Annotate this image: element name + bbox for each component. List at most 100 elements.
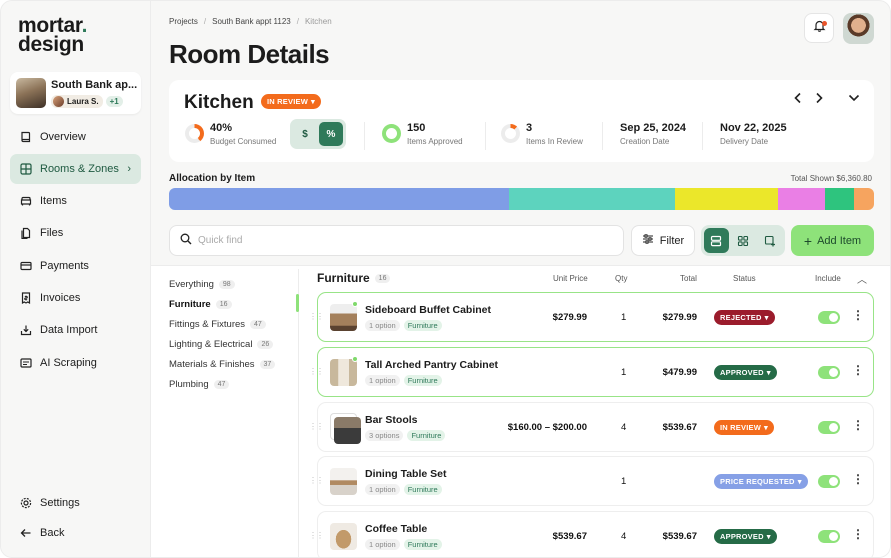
approved-value: 150 (407, 122, 426, 134)
item-thumbnail (330, 523, 357, 550)
allocation-segment[interactable] (824, 188, 854, 210)
dollar-option[interactable]: $ (293, 122, 317, 146)
sidebar-item-payments[interactable]: Payments (10, 251, 141, 281)
chevron-down-icon (848, 94, 860, 102)
sidebar-item-back[interactable]: Back (10, 518, 141, 548)
allocation-segment[interactable] (169, 188, 509, 210)
more-options-icon[interactable]: ⋮ (852, 527, 864, 541)
category-everything[interactable]: Everything 98 (169, 277, 235, 291)
column-header-unit-price[interactable]: Unit Price (553, 274, 588, 283)
drag-handle-icon[interactable]: ⋮⋮ (309, 531, 324, 540)
quantity: 4 (621, 531, 627, 542)
project-switcher[interactable]: South Bank ap... Laura S. +1 (10, 72, 141, 114)
sidebar-item-label: Files (40, 227, 64, 239)
drag-handle-icon[interactable]: ⋮⋮ (309, 367, 324, 376)
category-label: Everything (169, 278, 214, 290)
allocation-segment[interactable] (675, 188, 779, 210)
column-header-include[interactable]: Include (815, 274, 841, 283)
creation-date-value: Sep 25, 2024 (620, 122, 687, 134)
allocation-segment[interactable] (778, 188, 825, 210)
include-toggle[interactable] (818, 530, 840, 543)
breadcrumb-current: Kitchen (304, 17, 332, 26)
table-row[interactable]: ⋮⋮ Tall Arched Pantry Cabinet 1 option Fu… (309, 347, 874, 397)
image-add-icon (764, 235, 775, 246)
column-header-qty[interactable]: Qty (615, 274, 627, 283)
sidebar-item-data-import[interactable]: Data Import (10, 315, 141, 345)
allocation-segment[interactable] (853, 188, 874, 210)
include-toggle[interactable] (818, 311, 840, 324)
list-view-button[interactable] (704, 228, 729, 253)
project-thumbnail (16, 78, 46, 108)
status-badge[interactable]: APPROVED ▾ (714, 365, 777, 380)
table-row[interactable]: ⋮⋮ Bar Stools 3 options Furniture $160.00… (309, 402, 874, 452)
currency-percent-toggle[interactable]: $ % (290, 119, 346, 149)
add-item-button[interactable]: + Add Item (791, 225, 874, 256)
sidebar-item-label: Settings (40, 497, 80, 509)
breadcrumb-projects[interactable]: Projects (169, 17, 198, 26)
search-box[interactable] (169, 225, 624, 256)
allocation-bar[interactable] (169, 188, 874, 210)
breadcrumb-project[interactable]: South Bank appt 1123 (212, 17, 291, 26)
status-badge[interactable]: REJECTED ▾ (714, 310, 775, 325)
item-thumbnail (334, 417, 361, 444)
room-status-badge[interactable]: IN REVIEW ▾ (261, 94, 321, 109)
arrow-left-icon (19, 527, 32, 540)
add-to-view-button[interactable] (757, 228, 782, 253)
drag-handle-icon[interactable]: ⋮⋮ (309, 422, 324, 431)
sidebar-item-invoices[interactable]: Invoices (10, 283, 141, 313)
quantity: 4 (621, 422, 627, 433)
total-price: $279.99 (662, 312, 697, 323)
drag-handle-icon[interactable]: ⋮⋮ (309, 312, 324, 321)
drag-handle-icon[interactable]: ⋮⋮ (309, 476, 324, 485)
sidebar-item-label: Back (40, 527, 65, 539)
sidebar-item-settings[interactable]: Settings (10, 488, 141, 518)
collapse-card-button[interactable] (848, 92, 860, 107)
extra-members-count: +1 (105, 95, 123, 107)
allocation-segment[interactable] (508, 188, 676, 210)
brand-logo[interactable]: mortar. design (18, 15, 87, 55)
more-options-icon[interactable]: ⋮ (852, 363, 864, 377)
include-toggle[interactable] (818, 475, 840, 488)
category-lighting-electrical[interactable]: Lighting & Electrical 26 (169, 337, 274, 351)
chevron-down-icon: ▾ (310, 97, 315, 106)
sidebar-item-ai-scraping[interactable]: AI Scraping (10, 348, 141, 378)
include-toggle[interactable] (818, 366, 840, 379)
quantity: 1 (621, 312, 627, 323)
search-input[interactable] (198, 235, 598, 246)
category-fittings-fixtures[interactable]: Fittings & Fixtures 47 (169, 317, 266, 331)
user-avatar[interactable] (843, 13, 874, 44)
allocation-total: Total Shown $6,360.80 (790, 174, 872, 183)
sidebar-item-overview[interactable]: Overview (10, 122, 141, 152)
status-badge[interactable]: APPROVED ▾ (714, 529, 777, 544)
category-materials-finishes[interactable]: Materials & Finishes 37 (169, 357, 276, 371)
include-toggle[interactable] (818, 421, 840, 434)
next-room-button[interactable] (814, 92, 824, 107)
status-badge[interactable]: PRICE REQUESTED ▾ (714, 474, 808, 489)
collapse-table-button[interactable]: ︿ (857, 271, 867, 286)
in-review-value: 3 (526, 122, 533, 134)
percent-option[interactable]: % (319, 122, 343, 146)
column-header-total[interactable]: Total (680, 274, 697, 283)
category-plumbing[interactable]: Plumbing 47 (169, 377, 230, 391)
app-window: mortar. design South Bank ap... Laura S.… (0, 0, 891, 558)
creation-date-label: Creation Date (620, 137, 670, 146)
notifications-button[interactable] (804, 13, 834, 43)
more-options-icon[interactable]: ⋮ (852, 472, 864, 486)
item-name: Sideboard Buffet Cabinet (365, 304, 492, 316)
more-options-icon[interactable]: ⋮ (852, 308, 864, 322)
sidebar-item-rooms-zones[interactable]: Rooms & Zones › (10, 154, 141, 184)
grid-view-button[interactable] (731, 228, 756, 253)
status-badge[interactable]: IN REVIEW ▾ (714, 420, 774, 435)
more-options-icon[interactable]: ⋮ (852, 418, 864, 432)
sidebar-item-files[interactable]: Files (10, 218, 141, 248)
table-row[interactable]: ⋮⋮ Dining Table Set 1 option Furniture 1 … (309, 456, 874, 506)
scan-icon (19, 357, 32, 370)
sidebar-item-items[interactable]: Items (10, 186, 141, 216)
budget-label: Budget Consumed (210, 137, 277, 146)
column-header-status[interactable]: Status (733, 274, 756, 283)
previous-room-button[interactable] (793, 92, 803, 107)
filter-button[interactable]: Filter (631, 225, 695, 256)
table-row[interactable]: ⋮⋮ Sideboard Buffet Cabinet 1 option Furn… (309, 292, 874, 342)
category-furniture[interactable]: Furniture 16 (169, 297, 232, 311)
table-row[interactable]: ⋮⋮ Coffee Table 1 option Furniture $539.6… (309, 511, 874, 557)
